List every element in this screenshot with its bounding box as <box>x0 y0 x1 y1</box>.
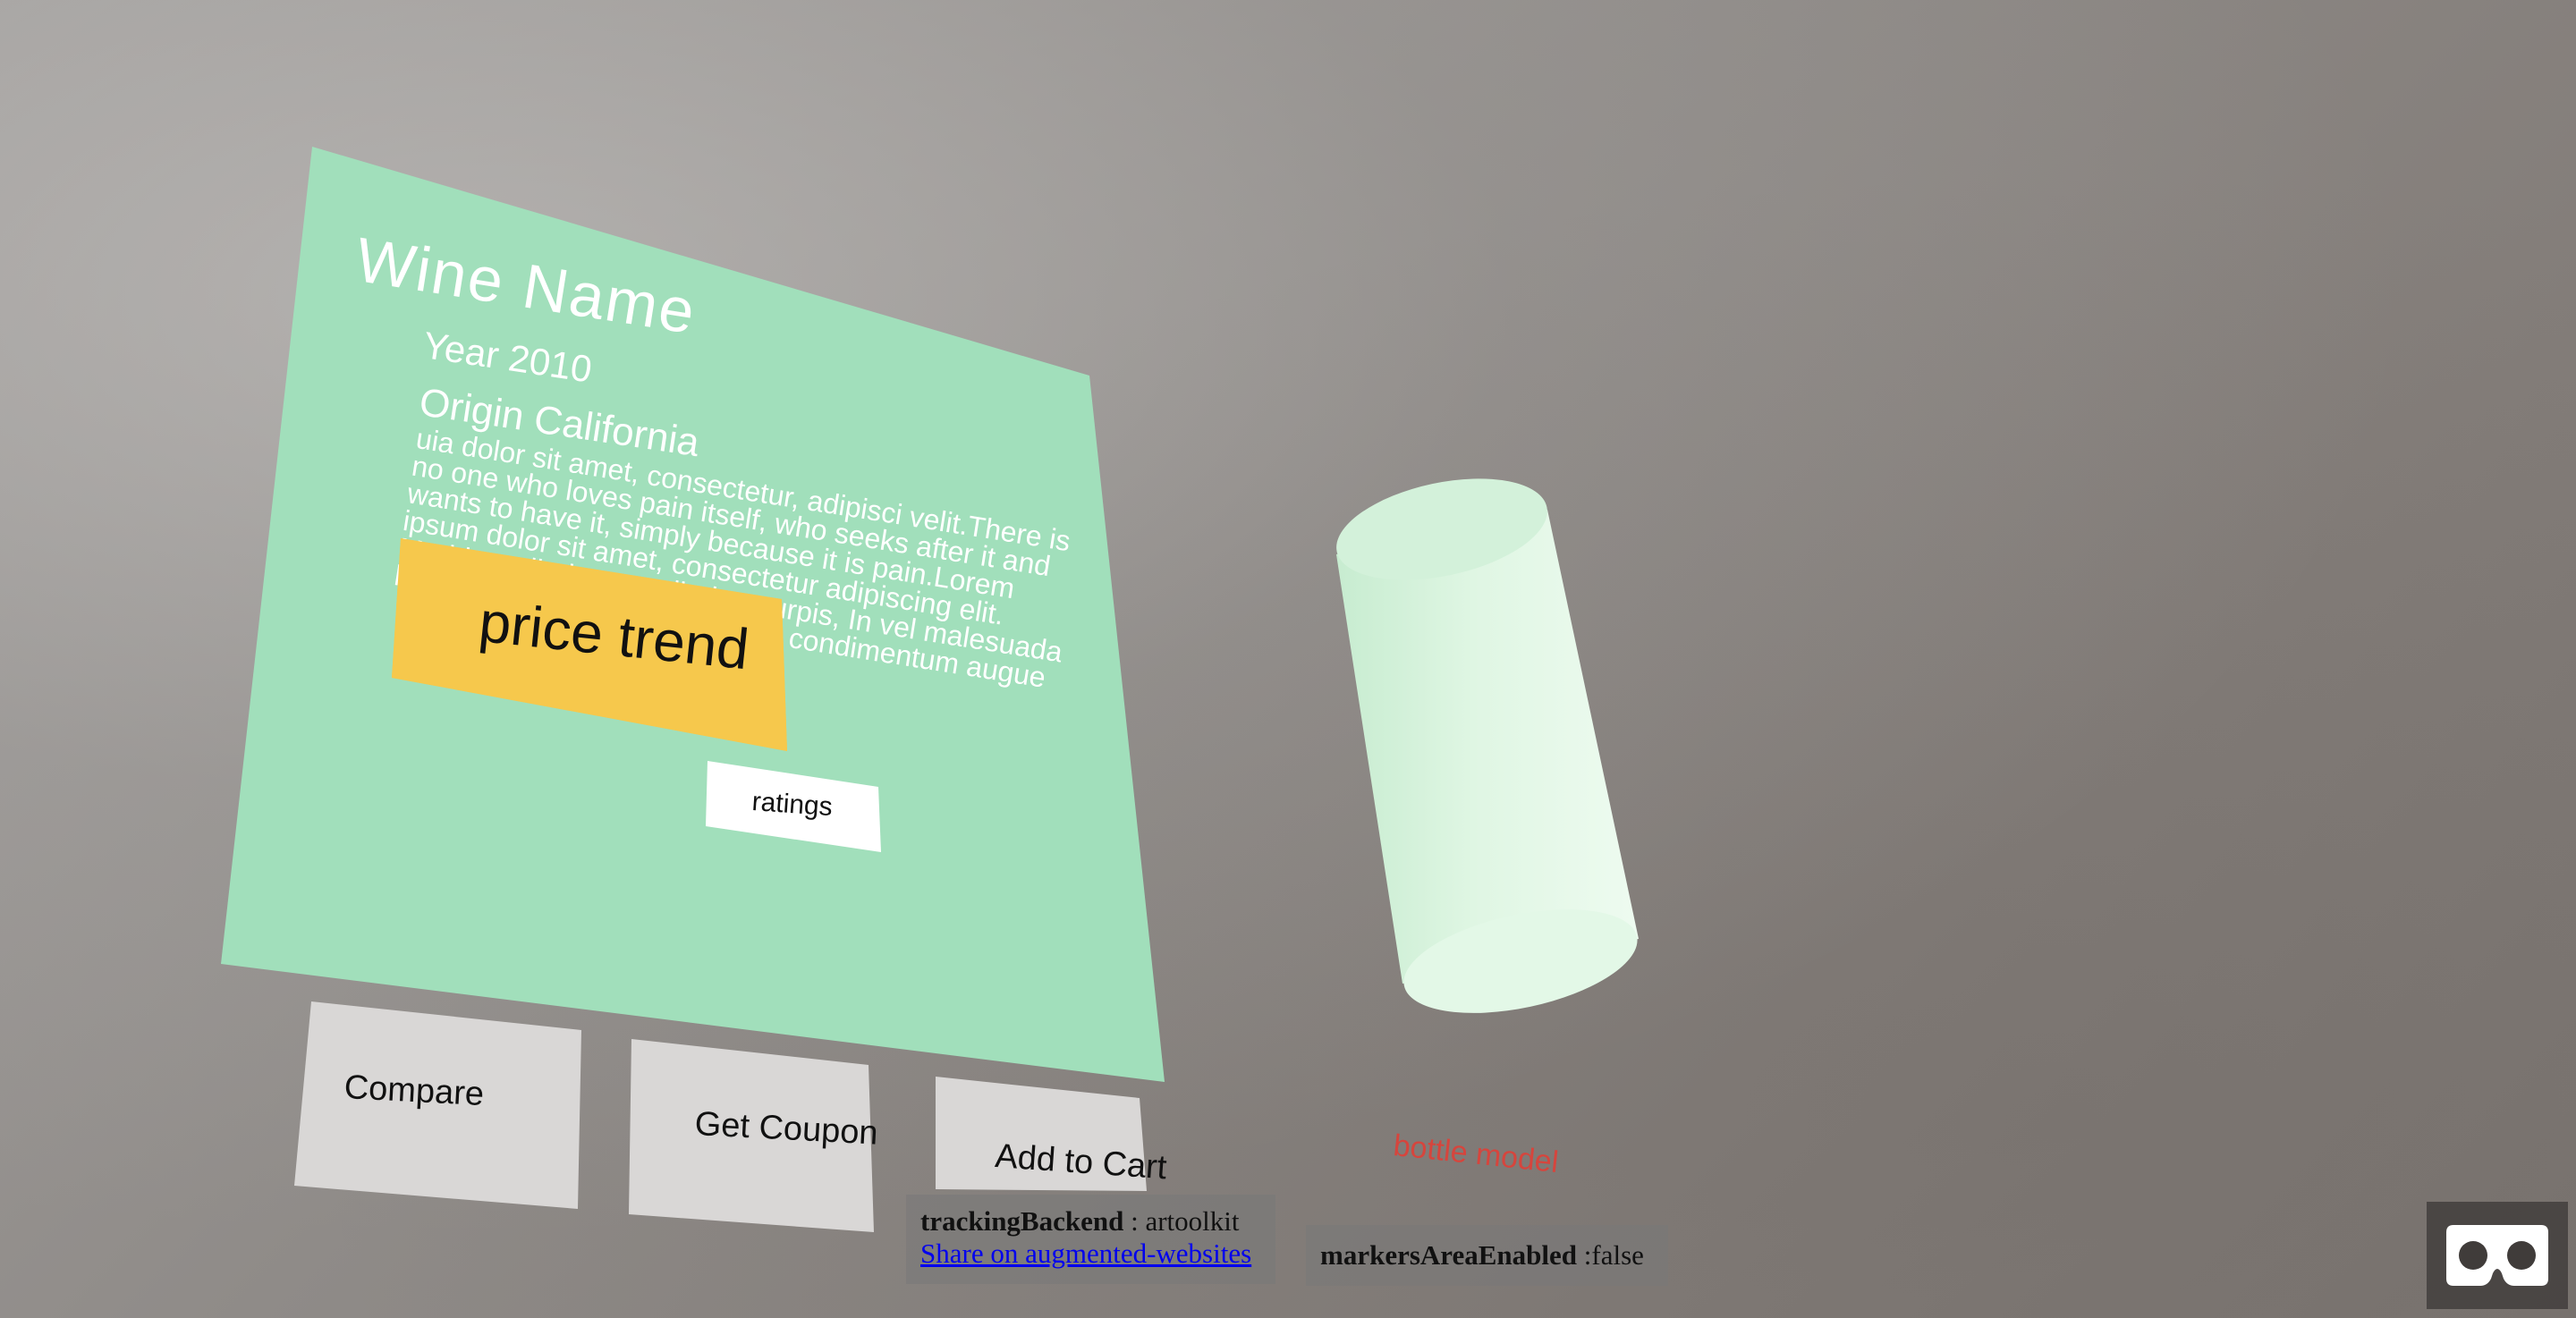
tracking-backend-value: : artoolkit <box>1123 1205 1240 1237</box>
share-augmented-websites-link[interactable]: Share on augmented-websites <box>920 1238 1261 1270</box>
markers-area-value: :false <box>1577 1239 1644 1271</box>
product-info-panel <box>221 147 1639 1232</box>
vr-goggles-icon <box>2446 1225 2548 1286</box>
markers-info-box: markersAreaEnabled :false <box>1306 1225 1668 1286</box>
ratings-label[interactable]: ratings <box>751 787 834 823</box>
enter-vr-button[interactable] <box>2427 1202 2568 1309</box>
markers-area-key: markersAreaEnabled <box>1320 1239 1578 1271</box>
tracking-backend-key: trackingBackend <box>920 1205 1124 1237</box>
tracking-info-box: trackingBackend : artoolkit Share on aug… <box>906 1195 1275 1284</box>
compare-button-label[interactable]: Compare <box>343 1069 485 1114</box>
bottle-model <box>1336 478 1639 1013</box>
